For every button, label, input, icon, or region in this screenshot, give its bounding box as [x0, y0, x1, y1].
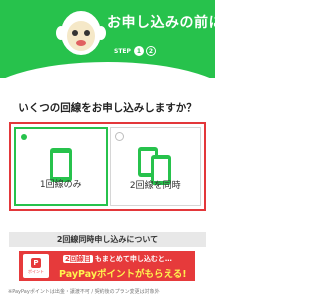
banner-line2: PayPayポイントがもらえる! — [59, 269, 187, 280]
banner-line1-text: もまとめて申し込むと… — [94, 255, 172, 263]
question-heading: いくつの回線をお申し込みしますか？ — [18, 102, 197, 114]
header-banner: お申し込みの前に STEP 1 2 — [0, 0, 215, 78]
footnote: ※PayPayポイントは出金・譲渡不可 / 契約後のプラン変更は対象外 — [8, 289, 160, 295]
info-heading: 2回線同時申し込みについて — [9, 232, 206, 247]
option-one-line-label: 1回線のみ — [39, 180, 82, 190]
paypay-promo-banner[interactable]: P ポイント 2回線目 もまとめて申し込むと… PayPayポイントがもらえる! — [19, 251, 195, 281]
option-two-lines[interactable]: 2回線を同時 — [109, 127, 201, 206]
radio-unselected-icon — [114, 132, 124, 141]
mascot-monkey-icon — [56, 11, 106, 55]
paypay-logo-icon: P ポイント — [23, 254, 49, 278]
page-title: お申し込みの前に — [107, 15, 215, 31]
step-2-badge: 2 — [145, 46, 156, 56]
option-one-line[interactable]: 1回線のみ — [14, 127, 108, 206]
step-1-badge: 1 — [133, 46, 144, 56]
banner-line1: 2回線目 もまとめて申し込むと… — [63, 254, 172, 264]
step-label: STEP — [114, 47, 131, 55]
option-two-lines-label: 2回線を同時 — [129, 181, 181, 191]
step-indicator: STEP 1 2 — [114, 46, 158, 56]
banner-chip: 2回線目 — [63, 255, 93, 263]
header-wave — [0, 62, 215, 78]
line-count-options: 1回線のみ 2回線を同時 — [9, 122, 206, 211]
radio-selected-icon — [21, 134, 27, 140]
